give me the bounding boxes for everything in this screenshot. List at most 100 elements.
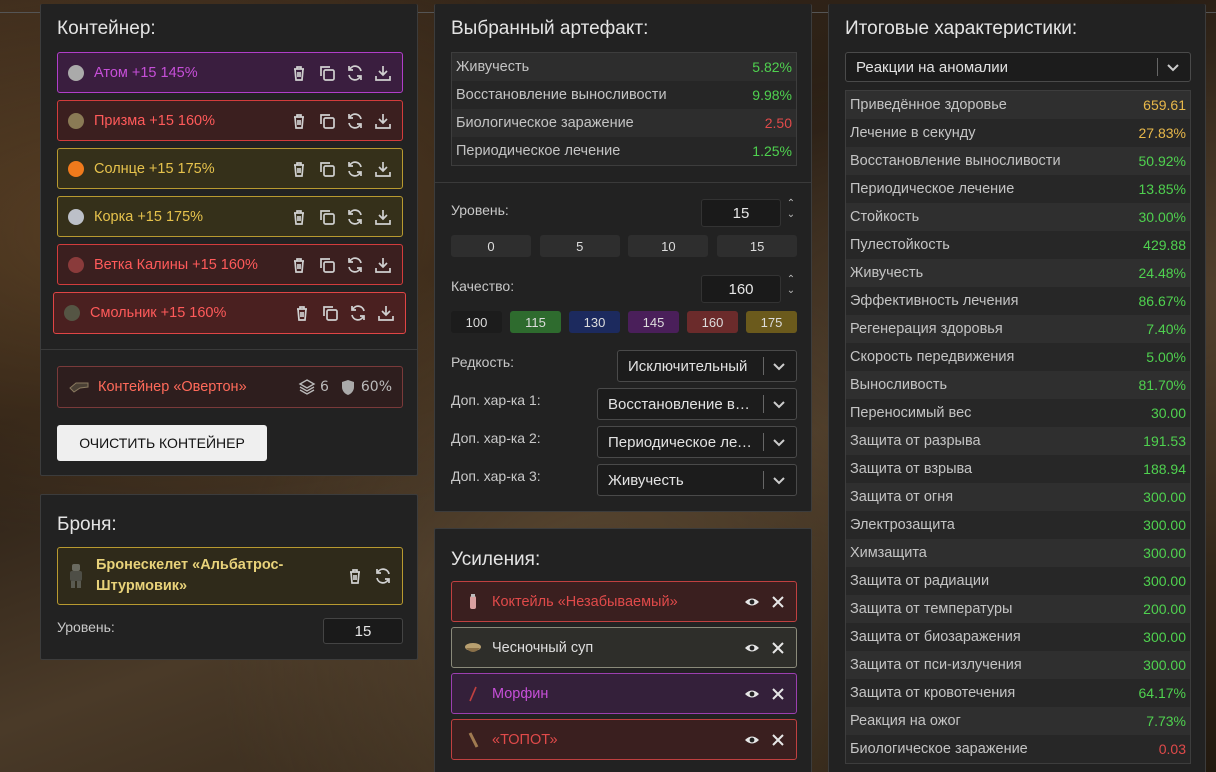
boost-item[interactable]: Морфин <box>451 673 797 714</box>
stat-name: Переносимый вес <box>850 405 972 421</box>
container-artifact-item[interactable]: Смольник +15 160% <box>53 292 406 334</box>
close-icon[interactable] <box>770 594 786 610</box>
level-preset-button[interactable]: 5 <box>539 235 620 257</box>
delete-icon[interactable] <box>293 304 311 322</box>
delete-icon[interactable] <box>290 160 308 178</box>
download-icon[interactable] <box>374 208 392 226</box>
totals-filter-value: Реакции на аномалии <box>856 58 1009 76</box>
refresh-icon[interactable] <box>346 112 364 130</box>
refresh-icon[interactable] <box>346 256 364 274</box>
close-icon[interactable] <box>770 640 786 656</box>
refresh-icon[interactable] <box>346 160 364 178</box>
close-icon[interactable] <box>770 732 786 748</box>
refresh-icon[interactable] <box>374 567 392 585</box>
download-icon[interactable] <box>374 256 392 274</box>
quality-input[interactable]: 160 <box>701 275 781 303</box>
clear-container-button[interactable]: ОЧИСТИТЬ КОНТЕЙНЕР <box>57 425 267 461</box>
stat-value: 5.82% <box>752 59 792 75</box>
armor-icon <box>70 564 82 588</box>
total-stat-row: Выносливость 81.70% <box>846 371 1190 399</box>
extra2-select[interactable]: Периодическое лечение <box>597 426 797 458</box>
quality-preset-button[interactable]: 130 <box>569 311 620 333</box>
stat-value: 1.25% <box>752 143 792 159</box>
container-box[interactable]: Контейнер «Овертон» 6 60% <box>57 366 403 408</box>
artifact-title: Выбранный артефакт: <box>451 18 649 39</box>
close-icon[interactable] <box>770 686 786 702</box>
rarity-value: Исключительный <box>628 357 748 375</box>
stat-value: 13.85% <box>1138 181 1186 197</box>
quality-preset-button[interactable]: 100 <box>451 311 502 333</box>
container-artifact-label: Ветка Калины +15 160% <box>94 256 258 273</box>
prism-artifact-icon <box>68 112 84 129</box>
totals-filter-select[interactable]: Реакции на аномалии <box>845 52 1191 82</box>
download-icon[interactable] <box>374 160 392 178</box>
refresh-icon[interactable] <box>346 208 364 226</box>
total-stat-row: Эффективность лечения 86.67% <box>846 287 1190 315</box>
total-stat-row: Защита от биозаражения 300.00 <box>846 623 1190 651</box>
delete-icon[interactable] <box>290 64 308 82</box>
copy-icon[interactable] <box>318 256 336 274</box>
totals-stats: Приведённое здоровье 659.61 Лечение в секу… <box>845 90 1191 764</box>
armor-item[interactable]: Бронескелет «Альбатрос-Штурмовик» <box>57 547 403 605</box>
stat-name: Химзащита <box>850 545 927 561</box>
level-stepper[interactable]: ⌃ ⌄ <box>785 198 797 220</box>
copy-icon[interactable] <box>318 160 336 178</box>
quality-preset-button[interactable]: 175 <box>746 311 797 333</box>
stat-name: Стойкость <box>850 209 920 225</box>
extra3-select[interactable]: Живучесть <box>597 464 797 496</box>
delete-icon[interactable] <box>290 208 308 226</box>
chevron-down-icon <box>772 359 786 373</box>
container-artifact-label: Смольник +15 160% <box>90 305 227 321</box>
eye-icon[interactable] <box>744 640 760 656</box>
copy-icon[interactable] <box>318 208 336 226</box>
total-stat-row: Химзащита 300.00 <box>846 539 1190 567</box>
delete-icon[interactable] <box>346 567 364 585</box>
artifact-stats: Живучесть 5.82% Восстановление выносливост… <box>451 52 797 166</box>
container-artifact-item[interactable]: Атом +15 145% <box>57 52 403 93</box>
delete-icon[interactable] <box>290 112 308 130</box>
stat-name: Биологическое заражение <box>456 115 634 131</box>
container-artifact-item[interactable]: Солнце +15 175% <box>57 148 403 189</box>
boost-item[interactable]: «ТОПОТ» <box>451 719 797 760</box>
total-stat-row: Стойкость 30.00% <box>846 203 1190 231</box>
refresh-icon[interactable] <box>346 64 364 82</box>
quality-preset-button[interactable]: 115 <box>510 311 561 333</box>
copy-icon[interactable] <box>321 304 339 322</box>
quality-label: Качество: <box>451 278 515 294</box>
copy-icon[interactable] <box>318 64 336 82</box>
rarity-select[interactable]: Исключительный <box>617 350 797 382</box>
level-preset-button[interactable]: 15 <box>717 235 798 257</box>
stat-name: Выносливость <box>850 377 948 393</box>
extra1-select[interactable]: Восстановление выносливости <box>597 388 797 420</box>
download-icon[interactable] <box>377 304 395 322</box>
quality-stepper[interactable]: ⌃ ⌄ <box>785 274 797 296</box>
eye-icon[interactable] <box>744 594 760 610</box>
total-stat-row: Периодическое лечение 13.85% <box>846 175 1190 203</box>
quality-preset-button[interactable]: 160 <box>687 311 738 333</box>
boosts-panel: Усиления: Коктейль «Незабываемый» Чесночн… <box>434 528 812 772</box>
delete-icon[interactable] <box>290 256 308 274</box>
shield-icon <box>341 379 354 395</box>
download-icon[interactable] <box>374 112 392 130</box>
container-artifact-item[interactable]: Призма +15 160% <box>57 100 403 141</box>
boost-item[interactable]: Чесночный суп <box>451 627 797 668</box>
quality-preset-button[interactable]: 145 <box>628 311 679 333</box>
stat-value: 64.17% <box>1138 685 1186 701</box>
level-input[interactable]: 15 <box>701 199 781 227</box>
rarity-label: Редкость: <box>451 354 515 370</box>
eye-icon[interactable] <box>744 686 760 702</box>
armor-level-input[interactable]: 15 <box>323 618 403 644</box>
copy-icon[interactable] <box>318 112 336 130</box>
stat-name: Регенерация здоровья <box>850 321 1003 337</box>
level-preset-button[interactable]: 0 <box>451 235 531 257</box>
container-artifact-item[interactable]: Корка +15 175% <box>57 196 403 237</box>
download-icon[interactable] <box>374 64 392 82</box>
refresh-icon[interactable] <box>349 304 367 322</box>
container-title: Контейнер: <box>57 18 156 39</box>
eye-icon[interactable] <box>744 732 760 748</box>
boost-item[interactable]: Коктейль «Незабываемый» <box>451 581 797 622</box>
total-stat-row: Защита от температуры 200.00 <box>846 595 1190 623</box>
level-preset-button[interactable]: 10 <box>628 235 709 257</box>
container-artifact-item[interactable]: Ветка Калины +15 160% <box>57 244 403 285</box>
stat-name: Электрозащита <box>850 517 955 533</box>
